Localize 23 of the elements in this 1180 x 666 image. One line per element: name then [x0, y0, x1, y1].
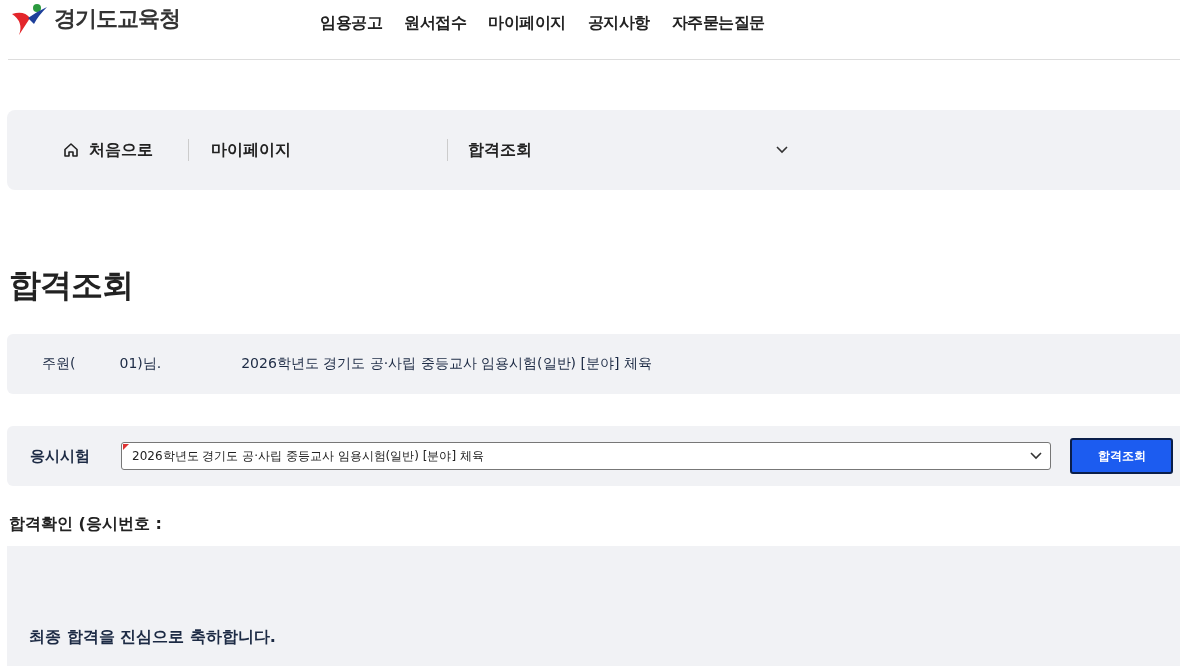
result-message: 최종 합격을 진심으로 축하합니다. [29, 627, 276, 648]
home-icon [63, 142, 79, 158]
nav-link[interactable]: 공지사항 [587, 13, 650, 34]
search-button[interactable]: 합격조회 [1070, 438, 1173, 474]
applicant-name: 01)님. [119, 355, 162, 373]
chevron-down-icon [776, 146, 788, 154]
nav-link[interactable]: 마이페이지 [488, 13, 566, 34]
logo-text: 경기도교육청 [54, 4, 180, 33]
breadcrumb-dropdown[interactable]: 합격조회 [447, 139, 788, 161]
nav-link[interactable]: 원서접수 [404, 13, 466, 34]
home-link[interactable]: 처음으로 [63, 139, 189, 161]
page-title: 합격조회 [9, 265, 134, 306]
nav-link[interactable]: 자주묻는질문 [671, 13, 765, 34]
applicant-name: 주원( [42, 355, 76, 373]
section-heading: 합격확인 (응시번호 : [9, 514, 163, 535]
exam-select[interactable]: 2026학년도 경기도 공·사립 중등교사 임용시험(일반) [분야] 체육 [121, 442, 1051, 470]
chevron-down-icon [1030, 452, 1042, 460]
logo-icon [10, 1, 48, 36]
nav-link[interactable]: 임용공고 [320, 13, 382, 34]
field-label: 응시시험 [30, 446, 91, 466]
marker-icon [123, 444, 129, 450]
exam-name: 2026학년도 경기도 공·사립 중등교사 임용시험(일반) [분야] 체육 [241, 355, 652, 373]
breadcrumb-link[interactable]: 마이페이지 [189, 139, 291, 161]
